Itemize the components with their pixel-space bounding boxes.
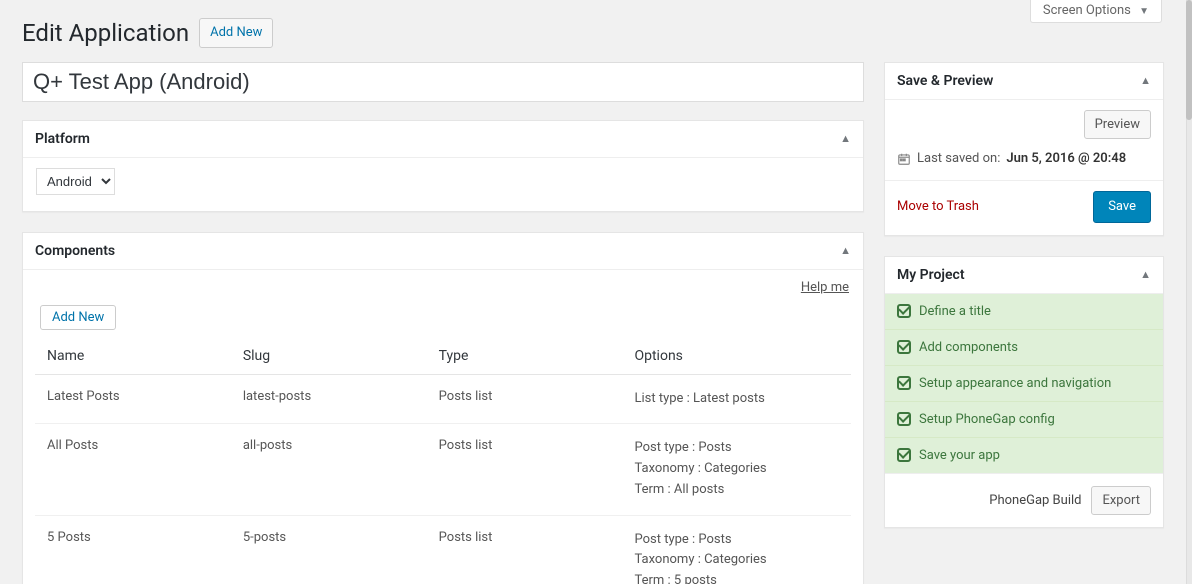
cell-type: Posts list bbox=[427, 424, 623, 515]
chevron-up-icon: ▲ bbox=[1140, 74, 1151, 87]
scrollbar-thumb[interactable] bbox=[1186, 0, 1192, 120]
calendar-icon bbox=[897, 151, 911, 166]
table-row[interactable]: Latest Postslatest-postsPosts list List t… bbox=[35, 374, 851, 424]
chevron-up-icon: ▲ bbox=[840, 244, 851, 257]
table-row[interactable]: 5 Posts5-postsPosts listPost type : Post… bbox=[35, 515, 851, 584]
option-line: List type : Latest posts bbox=[634, 389, 843, 410]
scrollbar-track[interactable] bbox=[1186, 0, 1192, 584]
option-line: Term : All posts bbox=[634, 480, 843, 501]
help-me-link[interactable]: Help me bbox=[801, 280, 849, 295]
platform-box: Platform ▲ Android bbox=[22, 120, 864, 212]
col-slug: Slug bbox=[231, 338, 427, 375]
cell-options: Post type : PostsTaxonomy : CategoriesTe… bbox=[622, 515, 851, 584]
check-icon bbox=[897, 304, 911, 318]
option-line: Term : 5 posts bbox=[634, 571, 843, 584]
components-table: Name Slug Type Options Latest Postslates… bbox=[35, 338, 851, 584]
col-options: Options bbox=[622, 338, 851, 375]
project-step[interactable]: Setup appearance and navigation bbox=[885, 366, 1163, 402]
save-preview-box: Save & Preview ▲ Preview bbox=[884, 62, 1164, 236]
add-new-component-button[interactable]: Add New bbox=[40, 305, 116, 330]
col-type: Type bbox=[427, 338, 623, 375]
check-icon bbox=[897, 340, 911, 354]
my-project-header[interactable]: My Project ▲ bbox=[885, 257, 1163, 294]
save-preview-header[interactable]: Save & Preview ▲ bbox=[885, 63, 1163, 100]
cell-name: All Posts bbox=[35, 424, 231, 515]
check-icon bbox=[897, 448, 911, 462]
project-step[interactable]: Setup PhoneGap config bbox=[885, 402, 1163, 438]
option-line: Post type : Posts bbox=[634, 530, 843, 551]
cell-options: List type : Latest posts bbox=[622, 374, 851, 424]
cell-options: Post type : PostsTaxonomy : CategoriesTe… bbox=[622, 424, 851, 515]
platform-select[interactable]: Android bbox=[36, 168, 115, 195]
project-step-label: Setup PhoneGap config bbox=[919, 412, 1055, 427]
last-saved-value: Jun 5, 2016 @ 20:48 bbox=[1006, 151, 1126, 166]
project-step[interactable]: Save your app bbox=[885, 438, 1163, 473]
my-project-title: My Project bbox=[897, 267, 965, 283]
last-saved-label: Last saved on: bbox=[917, 151, 1000, 166]
col-name: Name bbox=[35, 338, 231, 375]
save-preview-title: Save & Preview bbox=[897, 73, 993, 89]
preview-button[interactable]: Preview bbox=[1084, 110, 1151, 140]
chevron-down-icon: ▼ bbox=[1139, 6, 1149, 17]
add-new-application-button[interactable]: Add New bbox=[199, 18, 273, 48]
cell-slug: 5-posts bbox=[231, 515, 427, 584]
project-step[interactable]: Define a title bbox=[885, 294, 1163, 330]
project-step-label: Define a title bbox=[919, 304, 991, 319]
components-box-header[interactable]: Components ▲ bbox=[23, 233, 863, 270]
option-line: Taxonomy : Categories bbox=[634, 550, 843, 571]
move-to-trash-link[interactable]: Move to Trash bbox=[897, 199, 979, 214]
check-icon bbox=[897, 412, 911, 426]
cell-type: Posts list bbox=[427, 374, 623, 424]
chevron-up-icon: ▲ bbox=[1140, 268, 1151, 281]
cell-name: Latest Posts bbox=[35, 374, 231, 424]
page-title: Edit Application bbox=[22, 19, 189, 47]
option-line: Post type : Posts bbox=[634, 438, 843, 459]
cell-slug: all-posts bbox=[231, 424, 427, 515]
cell-slug: latest-posts bbox=[231, 374, 427, 424]
application-title-input[interactable] bbox=[22, 62, 864, 102]
option-line: Taxonomy : Categories bbox=[634, 459, 843, 480]
project-step[interactable]: Add components bbox=[885, 330, 1163, 366]
my-project-box: My Project ▲ Define a title Add component… bbox=[884, 256, 1164, 529]
check-icon bbox=[897, 376, 911, 390]
project-step-label: Setup appearance and navigation bbox=[919, 376, 1111, 391]
table-row[interactable]: All Postsall-postsPosts listPost type : … bbox=[35, 424, 851, 515]
phonegap-build-label: PhoneGap Build bbox=[989, 493, 1081, 508]
components-box-title: Components bbox=[35, 243, 115, 259]
cell-type: Posts list bbox=[427, 515, 623, 584]
export-button[interactable]: Export bbox=[1091, 486, 1151, 516]
project-step-label: Add components bbox=[919, 340, 1018, 355]
screen-options-label: Screen Options bbox=[1043, 3, 1131, 18]
chevron-up-icon: ▲ bbox=[840, 132, 851, 145]
project-step-label: Save your app bbox=[919, 448, 1000, 463]
components-box: Components ▲ Help me Add New Name Slug T… bbox=[22, 232, 864, 584]
platform-box-header[interactable]: Platform ▲ bbox=[23, 121, 863, 158]
platform-box-title: Platform bbox=[35, 131, 90, 147]
cell-name: 5 Posts bbox=[35, 515, 231, 584]
save-button[interactable]: Save bbox=[1093, 191, 1151, 223]
screen-options-toggle[interactable]: Screen Options ▼ bbox=[1030, 0, 1162, 23]
